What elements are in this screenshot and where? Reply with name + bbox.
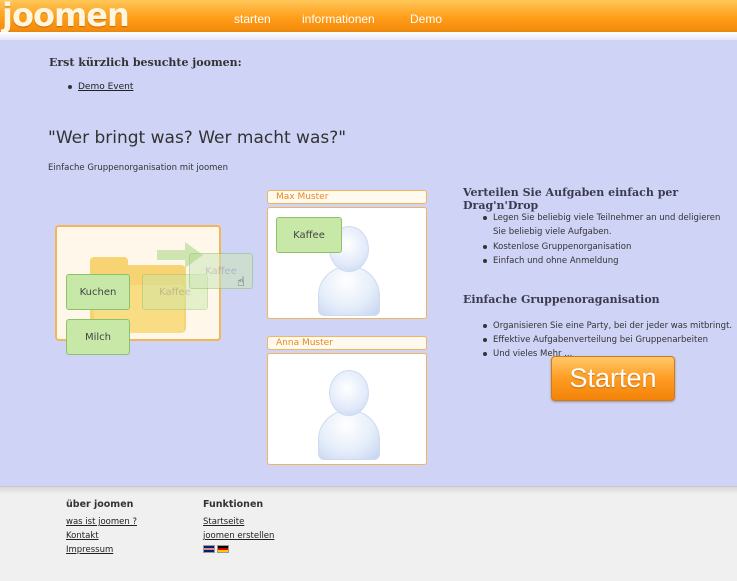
recent-link-demo-event[interactable]: Demo Event [78, 82, 133, 92]
features-title-2: Einfache Gruppenoraganisation [463, 293, 660, 306]
footer-link-kontakt[interactable]: Kontakt [66, 531, 99, 541]
hand-cursor-icon: ☝ [237, 275, 245, 290]
drag-arrow-icon [157, 242, 203, 268]
nav-informationen[interactable]: informationen [302, 12, 375, 26]
avatar-icon [318, 266, 380, 316]
avatar-head-icon [329, 370, 369, 416]
footer-link-startseite[interactable]: Startseite [203, 517, 244, 527]
logo[interactable]: joomen [2, 0, 130, 34]
feature-item: Einfach und ohne Anmeldung [483, 255, 619, 267]
features-title-1: Verteilen Sie Aufgaben einfach per Drag'… [463, 186, 679, 212]
feature-item: Kostenlose Gruppenorganisation [483, 241, 631, 253]
assigned-tag-kaffee[interactable]: Kaffee [276, 217, 342, 253]
footer-link-joomen-erstellen[interactable]: joomen erstellen [203, 531, 274, 541]
recent-list-item: Demo Event [68, 82, 133, 92]
header-bar: joomen starten informationen Demo [0, 0, 737, 34]
avatar-icon [318, 410, 380, 460]
nav-starten[interactable]: starten [234, 12, 271, 26]
start-button[interactable]: Starten [551, 356, 675, 401]
item-tag-milch[interactable]: Milch [66, 319, 130, 355]
item-tag-kuchen[interactable]: Kuchen [66, 274, 130, 310]
hero-title: "Wer bringt was? Wer macht was?" [48, 128, 347, 148]
header-shadow [0, 32, 737, 40]
feature-item: Legen Sie beliebig viele Teilnehmer an u… [483, 212, 720, 224]
recent-heading: Erst kürzlich besuchte joomen: [49, 56, 242, 69]
german-flag-icon[interactable] [217, 545, 229, 553]
footer-heading-funktionen: Funktionen [203, 499, 264, 510]
hero-subtitle: Einfache Gruppenorganisation mit joomen [48, 163, 229, 173]
person-name-max: Max Muster [267, 190, 427, 204]
person-dropzone-max[interactable]: Kaffee [267, 207, 427, 319]
feature-item: Effektive Aufgabenverteilung bei Gruppen… [483, 334, 708, 346]
footer-link-impressum[interactable]: Impressum [66, 545, 113, 555]
nav-demo[interactable]: Demo [410, 12, 442, 26]
footer-link-was-ist-joomen[interactable]: was ist joomen ? [66, 517, 137, 527]
person-dropzone-anna[interactable] [267, 353, 427, 465]
person-name-anna: Anna Muster [267, 336, 427, 350]
feature-item-cont: Sie beliebig viele Aufgaben. [493, 227, 612, 237]
footer-heading-about: über joomen [66, 499, 134, 510]
uk-flag-icon[interactable] [203, 545, 215, 553]
feature-item: Organisieren Sie eine Party, bei der jed… [483, 320, 732, 332]
bullet [68, 84, 72, 89]
